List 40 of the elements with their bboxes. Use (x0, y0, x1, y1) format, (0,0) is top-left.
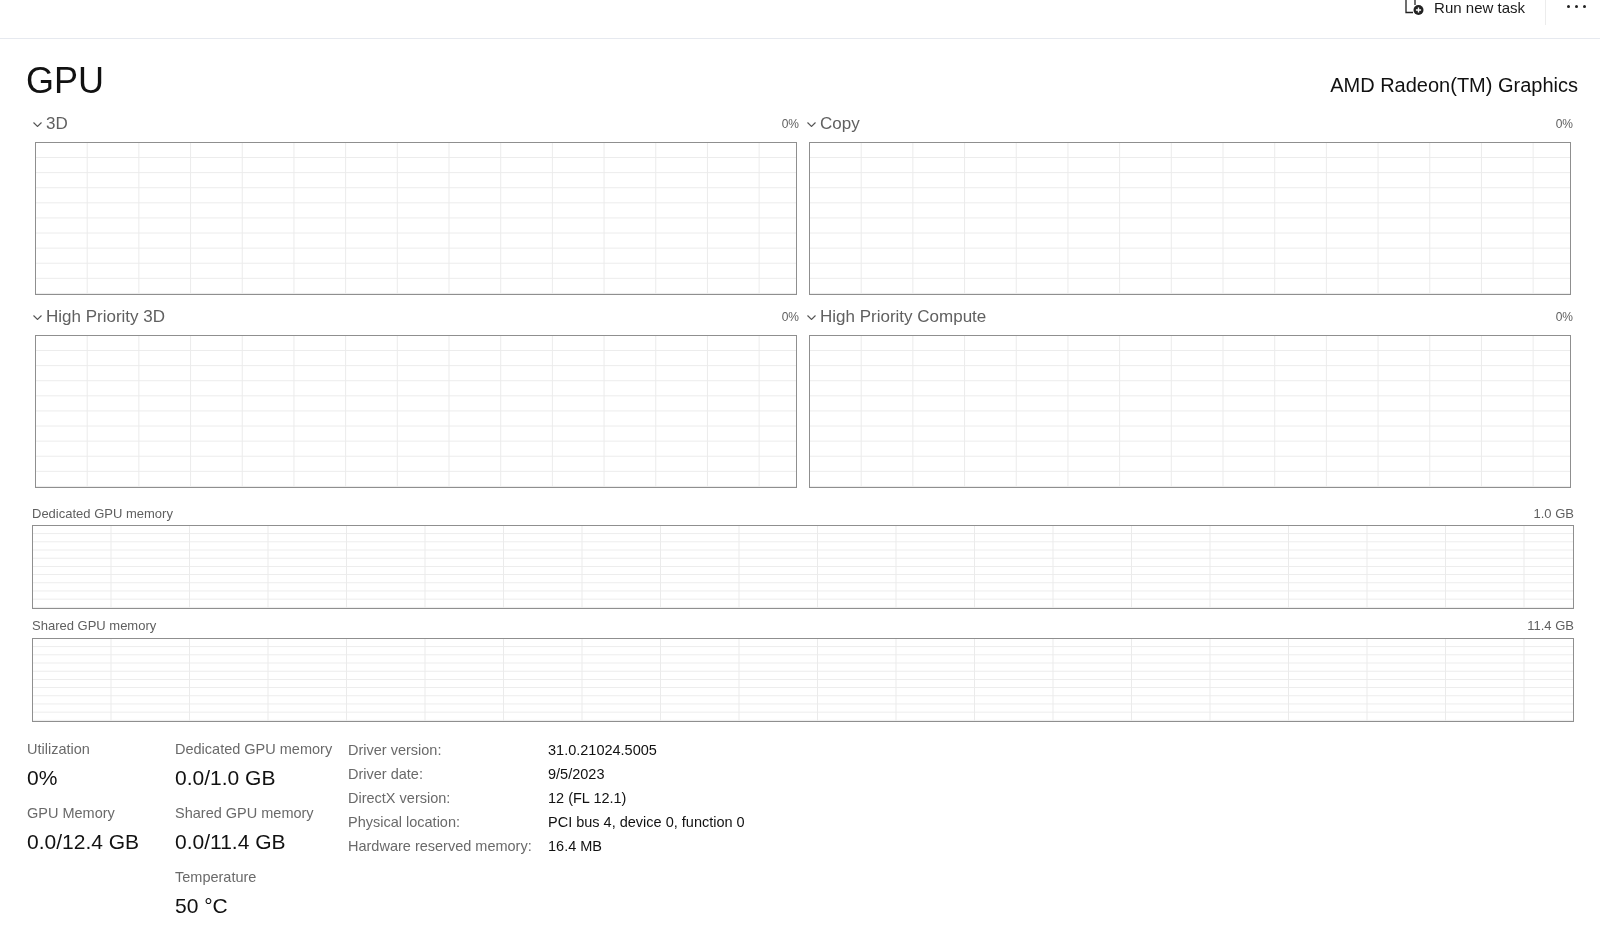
more-icon (1567, 5, 1586, 8)
stat-label: Temperature (175, 868, 258, 887)
stat-value: 0.0/11.4 GB (175, 829, 287, 855)
stat-label: Shared GPU memory (175, 804, 315, 823)
stat-label: Dedicated GPU memory (175, 740, 334, 759)
graph-reading: 0% (1555, 309, 1573, 325)
graph-reading: 0% (1555, 116, 1573, 132)
run-new-task-button[interactable]: Run new task (1404, 0, 1525, 16)
detail-label: DirectX version: (348, 789, 452, 808)
page-title: GPU (26, 59, 104, 103)
device-name: AMD Radeon(TM) Graphics (1330, 73, 1578, 97)
chevron-down-icon (807, 121, 816, 127)
detail-value: 31.0.21024.5005 (548, 741, 658, 760)
detail-value: 9/5/2023 (548, 765, 606, 784)
stat-value: 0.0/12.4 GB (27, 829, 141, 855)
chevron-down-icon (33, 314, 42, 320)
stat-value: 50 °C (175, 893, 229, 919)
graph-title: Shared GPU memory (32, 617, 157, 635)
graph-reading: 0% (781, 116, 799, 132)
chevron-down-icon (807, 314, 816, 320)
stat-label: Utilization (27, 740, 91, 759)
detail-label: Driver version: (348, 741, 443, 760)
graph-maximum: 1.0 GB (1533, 505, 1574, 523)
detail-value: 16.4 MB (548, 837, 603, 856)
engine-selector[interactable]: High Priority 3D (33, 306, 166, 328)
detail-label: Hardware reserved memory: (348, 837, 533, 856)
graph-reading: 0% (781, 309, 799, 325)
detail-value: PCI bus 4, device 0, function 0 (548, 813, 745, 832)
stat-value: 0% (27, 765, 59, 791)
graph-title: Dedicated GPU memory (32, 505, 173, 523)
engine-selector[interactable]: High Priority Compute (807, 306, 987, 328)
chevron-down-icon (33, 121, 42, 127)
engine-selector[interactable]: Copy (807, 113, 860, 135)
stat-value: 0.0/1.0 GB (175, 765, 277, 791)
graph-maximum: 11.4 GB (1527, 617, 1574, 635)
stat-label: GPU Memory (27, 804, 116, 823)
detail-label: Driver date: (348, 765, 424, 784)
detail-label: Physical location: (348, 813, 462, 832)
detail-value: 12 (FL 12.1) (548, 789, 628, 808)
engine-selector[interactable]: 3D (33, 113, 68, 135)
